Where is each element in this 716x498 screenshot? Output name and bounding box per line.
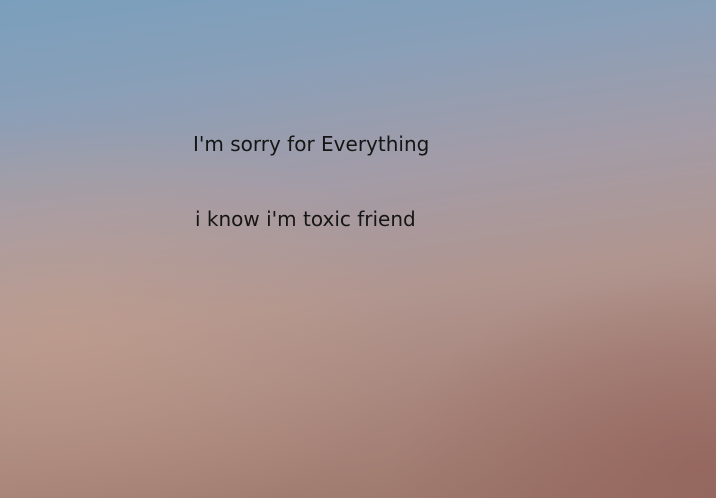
- apology-text: I'm sorry for Everything: [193, 132, 430, 156]
- gradient-background: I'm sorry for Everything i know i'm toxi…: [0, 0, 716, 498]
- toxic-friend-text: i know i'm toxic friend: [195, 207, 416, 231]
